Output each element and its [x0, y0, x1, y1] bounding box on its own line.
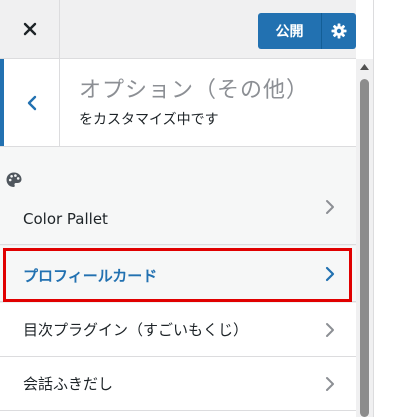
menu-item-label: プロフィールカード [23, 267, 158, 285]
section-title: オプション（その他） [79, 78, 310, 103]
back-button[interactable] [0, 59, 60, 146]
menu-item-label: 会話ふきだし [23, 375, 114, 393]
customizer-header: 公開 [0, 0, 356, 59]
chevron-right-icon [325, 266, 335, 282]
chevron-left-icon [27, 95, 36, 110]
customizer-panel: 公開 オプション（その他） をカスタマイズ中です Color Pallet プロ… [0, 0, 356, 417]
publish-button[interactable]: 公開 [258, 13, 321, 49]
customizer-window: 公開 オプション（その他） をカスタマイズ中です Color Pallet プロ… [0, 0, 402, 417]
chevron-right-icon [326, 377, 334, 391]
preview-area [374, 0, 402, 417]
section-info: オプション（その他） をカスタマイズ中です [0, 59, 356, 147]
menu-item-toc-plugin[interactable]: 目次プラグイン（すごいもくじ） [0, 303, 356, 357]
menu-item-profile-card[interactable]: プロフィールカード [0, 246, 356, 302]
menu-item-label: Color Pallet [23, 210, 108, 228]
panel-scrollbar[interactable] [356, 59, 373, 417]
menu-item-speech-balloon[interactable]: 会話ふきだし [0, 357, 356, 411]
chevron-right-icon [326, 200, 334, 214]
scroll-up-arrow-icon[interactable] [359, 62, 370, 72]
palette-icon [6, 172, 22, 187]
close-button[interactable] [0, 0, 60, 58]
publish-group: 公開 [258, 13, 356, 49]
close-icon [23, 22, 36, 36]
menu-item-label: 目次プラグイン（すごいもくじ） [23, 321, 249, 339]
menu-item-color-pallet[interactable]: Color Pallet [0, 147, 356, 245]
gear-icon [331, 23, 347, 39]
menu-item-next[interactable] [0, 411, 356, 417]
section-subtitle: をカスタマイズ中です [79, 112, 219, 128]
publish-settings-button[interactable] [321, 13, 356, 49]
chevron-right-icon [326, 323, 334, 337]
scrollbar-thumb[interactable] [360, 79, 369, 417]
